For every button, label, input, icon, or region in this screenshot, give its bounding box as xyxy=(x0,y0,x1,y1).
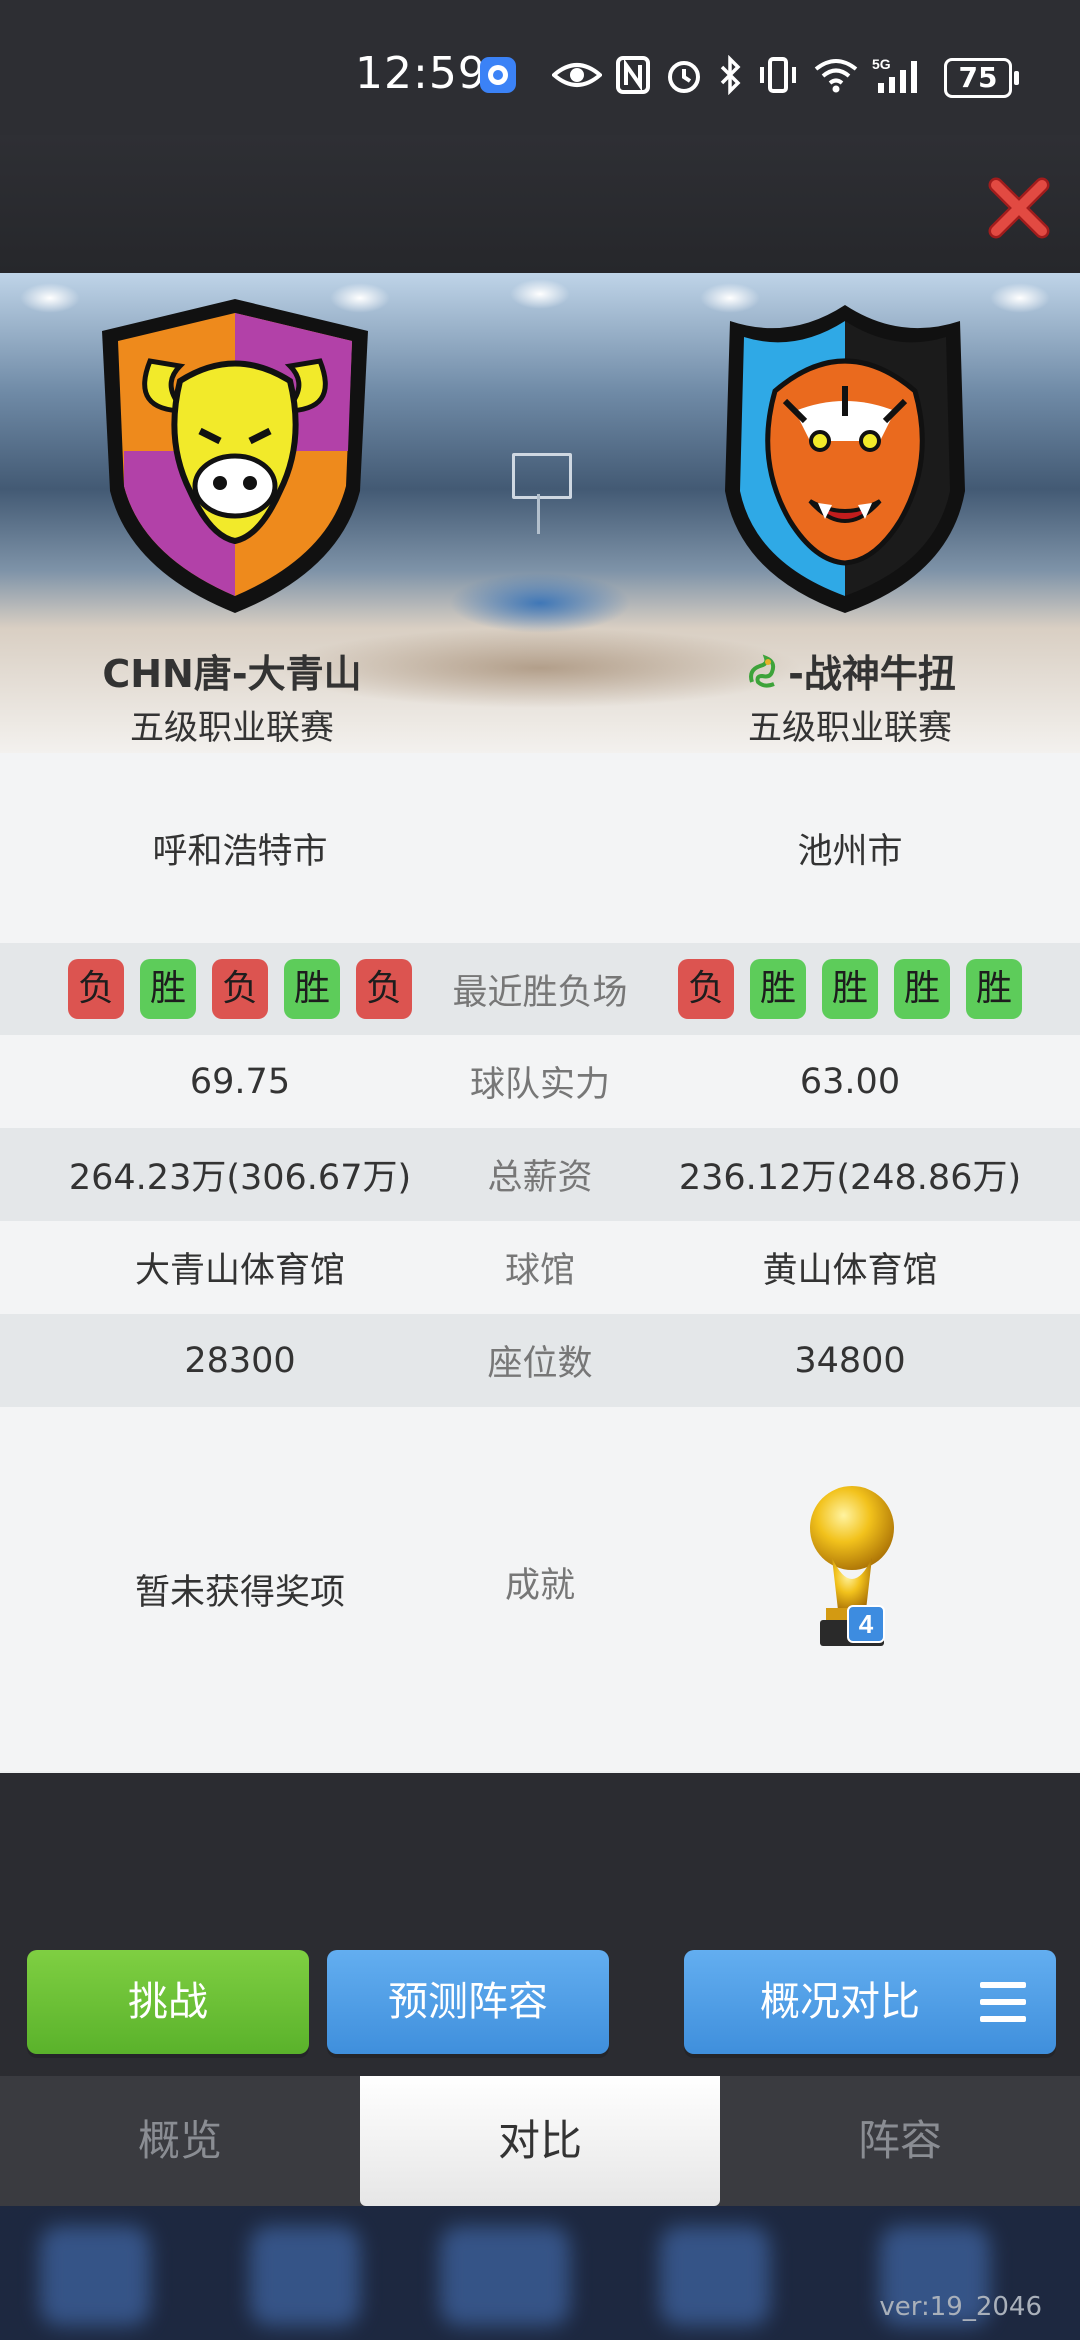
home-salary: 264.23万(306.67万) xyxy=(68,1158,412,1198)
app-notification-icon xyxy=(480,57,516,93)
nav-blurred-icon-2[interactable] xyxy=(250,2226,360,2326)
recent-results-row: 负胜负胜负 最近胜负场 负胜胜胜胜 xyxy=(0,943,1080,1035)
strength-row: 69.75 球队实力 63.00 xyxy=(0,1035,1080,1128)
home-city: 呼和浩特市 xyxy=(152,831,328,872)
status-bar: 12:59 5G 75 xyxy=(0,0,1080,135)
title-bar xyxy=(0,135,1080,273)
home-recent-4: 胜 xyxy=(284,959,340,1019)
city-row: 呼和浩特市 池州市 xyxy=(0,753,1080,943)
home-recent-2: 胜 xyxy=(140,959,196,1019)
away-recent-4: 胜 xyxy=(894,959,950,1019)
tab-bar: 概览 对比 阵容 xyxy=(0,2076,1080,2206)
home-strength: 69.75 xyxy=(189,1061,291,1102)
nav-blurred-icon-1[interactable] xyxy=(40,2226,150,2326)
overview-compare-label: 概况对比 xyxy=(760,1979,920,2025)
home-team-logo[interactable] xyxy=(90,291,380,621)
away-team-name-wrap: -战神牛扭 xyxy=(630,643,1070,701)
home-achievement: 暂未获得奖项 xyxy=(134,1572,345,1613)
svg-text:5G: 5G xyxy=(872,56,891,72)
tab-lineup[interactable]: 阵容 xyxy=(720,2076,1080,2206)
nfc-icon xyxy=(616,56,650,94)
battery-indicator: 75 xyxy=(944,58,1019,98)
home-team-name: CHN唐-大青山 xyxy=(102,652,362,696)
menu-icon xyxy=(980,1982,1026,2022)
home-recent-1: 负 xyxy=(68,959,124,1019)
away-recent-results: 负胜胜胜胜 xyxy=(610,959,1080,1019)
away-recent-1: 负 xyxy=(678,959,734,1019)
dragon-icon xyxy=(744,652,784,701)
away-salary: 236.12万(248.86万) xyxy=(678,1158,1022,1198)
salary-row: 264.23万(306.67万) 总薪资 236.12万(248.86万) xyxy=(0,1128,1080,1221)
home-team-league: 五级职业联赛 xyxy=(130,708,334,748)
away-recent-2: 胜 xyxy=(750,959,806,1019)
close-icon[interactable] xyxy=(986,175,1052,241)
status-time: 12:59 xyxy=(355,48,487,99)
away-recent-5: 胜 xyxy=(966,959,1022,1019)
comparison-table: 呼和浩特市 池州市 负胜负胜负 最近胜负场 负胜胜胜胜 69.75 球队实力 6… xyxy=(0,753,1080,1773)
home-seats: 28300 xyxy=(184,1340,296,1381)
away-strength: 63.00 xyxy=(799,1061,901,1102)
away-team-league: 五级职业联赛 xyxy=(748,708,952,748)
signal-5g-icon: 5G xyxy=(872,56,917,93)
nav-blurred-icon-3[interactable] xyxy=(440,2226,570,2326)
bluetooth-icon xyxy=(720,55,741,95)
bottom-navigation: ver:19_2046 xyxy=(0,2206,1080,2340)
arena-row: 大青山体育馆 球馆 黄山体育馆 xyxy=(0,1221,1080,1314)
home-recent-3: 负 xyxy=(212,959,268,1019)
away-team-logo[interactable] xyxy=(700,291,990,621)
version-label: ver:19_2046 xyxy=(879,2292,1042,2322)
overview-compare-button[interactable]: 概况对比 xyxy=(684,1950,1056,2054)
wifi-icon xyxy=(814,59,858,93)
basketball-hoop xyxy=(512,453,572,534)
away-seats: 34800 xyxy=(794,1340,906,1381)
eye-icon xyxy=(552,63,602,87)
seats-row: 28300 座位数 34800 xyxy=(0,1314,1080,1407)
away-recent-3: 胜 xyxy=(822,959,878,1019)
tab-overview[interactable]: 概览 xyxy=(0,2076,360,2206)
achievement-label: 成就 xyxy=(504,1565,575,1606)
match-header: CHN唐-大青山 五级职业联赛 -战神牛扭 五级职业联赛 xyxy=(0,273,1080,753)
away-team-name: -战神牛扭 xyxy=(788,652,956,696)
away-arena: 黄山体育馆 xyxy=(762,1251,938,1291)
tab-compare[interactable]: 对比 xyxy=(360,2076,720,2206)
home-arena: 大青山体育馆 xyxy=(134,1251,345,1291)
away-city: 池州市 xyxy=(797,831,903,872)
predict-lineup-button[interactable]: 预测阵容 xyxy=(327,1950,609,2054)
trophy-icon[interactable]: 4 xyxy=(806,1480,902,1655)
achievement-row: 暂未获得奖项 成就 xyxy=(0,1407,1080,1771)
challenge-button[interactable]: 挑战 xyxy=(27,1950,309,2054)
vibrate-icon xyxy=(760,57,796,93)
alarm-icon xyxy=(668,61,700,93)
trophy-count: 4 xyxy=(859,1609,874,1639)
nav-blurred-icon-4[interactable] xyxy=(660,2226,770,2326)
home-recent-results: 负胜负胜负 xyxy=(0,959,480,1019)
home-recent-5: 负 xyxy=(356,959,412,1019)
